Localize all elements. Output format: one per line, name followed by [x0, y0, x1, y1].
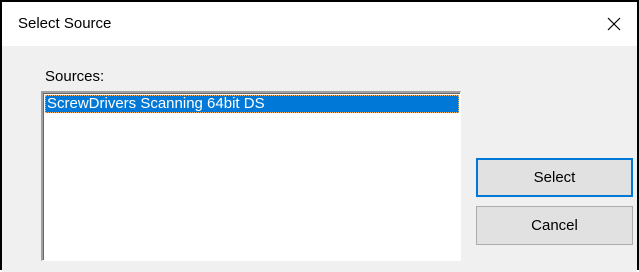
select-button[interactable]: Select [476, 158, 633, 197]
select-source-dialog: Select Source Sources: ScrewDrivers Scan… [0, 0, 639, 270]
close-icon [607, 17, 621, 31]
window-title: Select Source [18, 15, 111, 32]
dialog-client-area: Sources: ScrewDrivers Scanning 64bit DS … [2, 46, 637, 272]
sources-label: Sources: [45, 68, 104, 85]
title-bar: Select Source [2, 2, 637, 46]
sources-listbox[interactable]: ScrewDrivers Scanning 64bit DS [41, 91, 461, 261]
cancel-button[interactable]: Cancel [476, 206, 633, 245]
close-button[interactable] [591, 2, 637, 46]
list-item[interactable]: ScrewDrivers Scanning 64bit DS [45, 95, 459, 113]
